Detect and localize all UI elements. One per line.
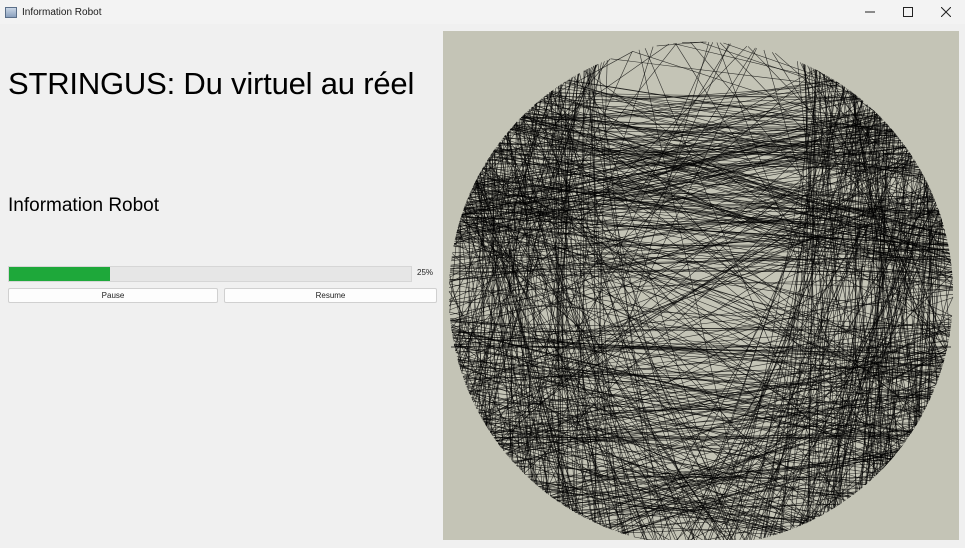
maximize-button[interactable] xyxy=(889,0,927,24)
minimize-icon xyxy=(865,11,875,13)
close-button[interactable] xyxy=(927,0,965,24)
close-icon xyxy=(941,7,951,17)
app-window: Information Robot STRINGUS: Du virtuel a… xyxy=(0,0,965,548)
page-title: STRINGUS: Du virtuel au réel xyxy=(8,66,415,101)
title-bar[interactable]: Information Robot xyxy=(0,0,965,24)
resume-button[interactable]: Resume xyxy=(224,288,437,303)
maximize-icon xyxy=(903,7,913,17)
string-art-canvas xyxy=(443,31,959,540)
window-controls xyxy=(851,0,965,24)
section-heading: Information Robot xyxy=(8,195,160,216)
minimize-button[interactable] xyxy=(851,0,889,24)
app-icon xyxy=(5,6,17,18)
pause-button[interactable]: Pause xyxy=(8,288,218,303)
progress-percent-label: 25% xyxy=(417,268,434,277)
window-title: Information Robot xyxy=(22,6,102,18)
progress-bar xyxy=(8,266,412,282)
string-art-drawing xyxy=(448,41,954,540)
progress-bar-fill xyxy=(9,267,110,281)
